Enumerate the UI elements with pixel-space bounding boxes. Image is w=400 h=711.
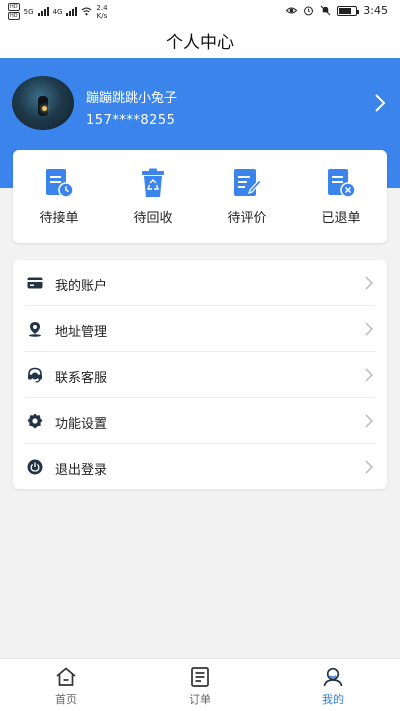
menu-item-logout[interactable]: 退出登录 — [13, 444, 387, 490]
card-icon — [27, 277, 43, 289]
tab-mine[interactable]: 我的 — [303, 667, 363, 707]
cancel-document-icon — [328, 169, 356, 198]
menu-item-customer-service[interactable]: 联系客服 — [13, 352, 387, 398]
clock-document-icon — [46, 169, 74, 198]
order-shortcut-label: 已退单 — [321, 211, 361, 226]
recycle-bin-icon — [142, 168, 164, 197]
alarm-icon — [304, 6, 314, 16]
tab-home[interactable]: 首页 — [36, 667, 96, 707]
status-left: HD HD 5G 4G 2.4 K/s — [8, 3, 108, 20]
chevron-right-icon — [365, 276, 373, 290]
hd-badge: HD — [8, 12, 20, 20]
user-icon — [323, 667, 343, 687]
tab-orders[interactable]: 订单 — [170, 667, 230, 707]
bottom-tab-bar: 首页 订单 我的 — [0, 658, 400, 711]
edit-document-icon — [234, 169, 262, 196]
order-shortcut-pending-accept[interactable]: 待接单 — [19, 168, 99, 226]
chevron-right-icon — [365, 460, 373, 474]
order-list-icon — [191, 667, 209, 687]
tab-label: 首页 — [55, 693, 77, 706]
order-shortcut-pending-review[interactable]: 待评价 — [207, 168, 287, 226]
title-bar: 个人中心 — [0, 22, 400, 58]
menu-item-label: 我的账户 — [55, 279, 108, 294]
menu-card: 我的账户 地址管理 联系客服 功能设置 退出登录 — [13, 260, 387, 489]
signal-icon-2 — [66, 7, 78, 16]
home-icon — [56, 667, 76, 686]
menu-item-address[interactable]: 地址管理 — [13, 306, 387, 352]
hd-badges: HD HD — [8, 3, 20, 20]
menu-item-label: 联系客服 — [55, 371, 108, 386]
avatar-glow — [42, 106, 47, 111]
eye-icon — [286, 7, 298, 14]
user-phone: 157****8255 — [86, 113, 176, 128]
network-label-2: 4G — [52, 7, 63, 16]
battery-icon — [337, 5, 360, 16]
menu-item-label: 退出登录 — [55, 463, 108, 478]
menu-item-label: 功能设置 — [55, 417, 108, 432]
chevron-right-icon — [365, 368, 373, 382]
network-label: 5G — [23, 7, 34, 16]
status-time: 3:45 — [363, 4, 388, 17]
network-speed: 2.4 K/s — [96, 4, 107, 20]
menu-item-label: 地址管理 — [55, 325, 108, 340]
headset-icon — [28, 367, 42, 383]
tab-label: 我的 — [322, 693, 344, 706]
order-shortcut-pending-recycle[interactable]: 待回收 — [113, 168, 193, 226]
hd-badge: HD — [8, 3, 20, 11]
tab-label: 订单 — [189, 693, 211, 706]
chevron-right-icon — [365, 322, 373, 336]
menu-item-account[interactable]: 我的账户 — [13, 260, 387, 306]
user-nickname: 蹦蹦跳跳小兔子 — [86, 91, 178, 106]
power-icon — [27, 459, 43, 475]
order-shortcut-label: 待评价 — [227, 211, 267, 226]
speed-unit: K/s — [96, 11, 108, 20]
chevron-right-icon[interactable] — [372, 92, 388, 114]
avatar[interactable] — [12, 76, 74, 130]
order-shortcuts-card: 待接单 待回收 待评价 已退单 — [13, 150, 387, 243]
status-bar: HD HD 5G 4G 2.4 K/s 3:45 — [0, 0, 400, 22]
order-shortcut-label: 待接单 — [39, 211, 79, 226]
menu-item-settings[interactable]: 功能设置 — [13, 398, 387, 444]
order-shortcut-cancelled[interactable]: 已退单 — [301, 168, 381, 226]
signal-icon — [37, 7, 49, 16]
chevron-right-icon — [365, 414, 373, 428]
mute-icon — [320, 5, 331, 16]
wifi-icon — [81, 7, 92, 16]
status-right: 3:45 — [286, 4, 388, 17]
gear-icon — [27, 413, 43, 429]
location-pin-icon — [29, 322, 41, 337]
order-shortcut-label: 待回收 — [133, 211, 173, 226]
speed-value: 2.4 — [96, 3, 108, 12]
page-title: 个人中心 — [166, 32, 234, 53]
